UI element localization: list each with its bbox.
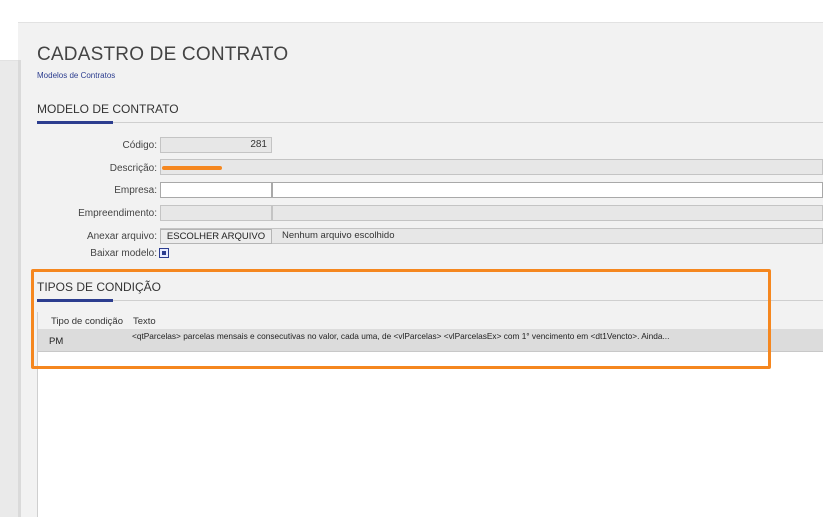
left-sidebar-header — [0, 22, 18, 61]
section-divider — [37, 122, 823, 123]
descricao-label: Descrição: — [109, 163, 157, 174]
section-title-modelo: MODELO DE CONTRATO — [37, 102, 179, 116]
redaction-mark — [162, 166, 222, 170]
left-sidebar — [0, 22, 18, 517]
anexar-label: Anexar arquivo: — [86, 231, 157, 242]
empreendimento-name-field — [272, 205, 823, 221]
breadcrumb-link[interactable]: Modelos de Contratos — [37, 71, 115, 80]
empresa-label: Empresa: — [114, 185, 157, 196]
choose-file-button[interactable]: ESCOLHER ARQUIVO — [160, 229, 272, 244]
download-model-icon[interactable] — [159, 248, 169, 258]
empresa-name-input[interactable] — [272, 182, 823, 198]
empresa-code-input[interactable] — [160, 182, 272, 198]
codigo-field: 281 — [160, 137, 272, 153]
top-bar — [0, 0, 823, 23]
sidebar-divider — [18, 60, 21, 517]
empreendimento-code-field — [160, 205, 272, 221]
baixar-label: Baixar modelo: — [90, 248, 157, 259]
file-status-text: Nenhum arquivo escolhido — [282, 230, 395, 241]
codigo-label: Código: — [122, 140, 157, 151]
descricao-field — [160, 159, 823, 175]
empreendimento-label: Empreendimento: — [78, 208, 157, 219]
section-accent — [37, 121, 113, 124]
page-title: CADASTRO DE CONTRATO — [37, 44, 289, 65]
highlight-box — [31, 269, 771, 369]
